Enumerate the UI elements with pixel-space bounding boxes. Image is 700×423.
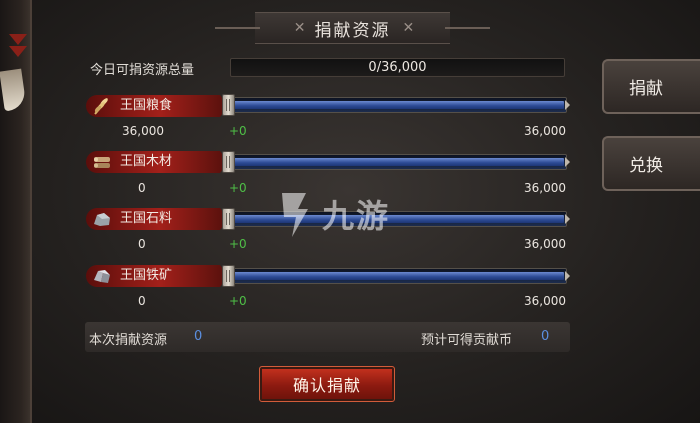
- slider-track: [231, 272, 564, 280]
- iron-slider[interactable]: [222, 265, 570, 287]
- resource-tag-wood: 王国木材: [86, 151, 228, 173]
- resource-amount: 0: [138, 181, 146, 195]
- summary-bar: 本次捐献资源 0 预计可得贡献币 0: [85, 322, 570, 352]
- confirm-label: 确认捐献: [292, 376, 361, 395]
- total-value: 0/36,000: [368, 60, 427, 75]
- slider-thumb[interactable]: [222, 208, 235, 230]
- ornament-icon: ✕: [402, 20, 415, 36]
- slider-end-icon: [565, 100, 570, 110]
- add-amount: +0: [229, 181, 247, 195]
- slider-thumb[interactable]: [222, 151, 235, 173]
- resource-name: 王国木材: [120, 154, 173, 169]
- slider-end-icon: [565, 157, 570, 167]
- resource-name: 王国石料: [120, 211, 173, 226]
- wood-slider[interactable]: [222, 151, 570, 173]
- donate-total-label: 本次捐献资源: [89, 333, 168, 348]
- resource-amount: 0: [138, 294, 146, 308]
- exchange-tab-label: 兑换: [629, 156, 663, 176]
- left-frame-decoration: [0, 0, 32, 423]
- slider-thumb[interactable]: [222, 265, 235, 287]
- slider-thumb[interactable]: [222, 94, 235, 116]
- total-progress-bar: 0/36,000: [230, 58, 565, 77]
- slider-end-icon: [565, 214, 570, 224]
- wheat-icon: [94, 98, 108, 115]
- max-amount: 36,000: [524, 124, 566, 138]
- watermark-text: 九游: [322, 197, 391, 235]
- resource-tag-stone: 王国石料: [86, 208, 228, 230]
- watermark-logo: 九游: [278, 184, 428, 244]
- add-amount: +0: [229, 124, 247, 138]
- resource-amount: 36,000: [122, 124, 164, 138]
- slider-end-icon: [565, 271, 570, 281]
- total-label: 今日可捐资源总量: [90, 63, 195, 78]
- resource-amount: 0: [138, 237, 146, 251]
- max-amount: 36,000: [524, 237, 566, 251]
- resource-name: 王国铁矿: [120, 268, 173, 283]
- chevron-down-icon: [9, 46, 27, 57]
- page-title: 捐献资源: [314, 20, 391, 41]
- resource-name: 王国粮食: [120, 98, 173, 113]
- donate-tab-button[interactable]: 捐献: [602, 59, 700, 114]
- expected-coins-label: 预计可得贡献币: [421, 333, 513, 348]
- donate-total-value: 0: [194, 329, 203, 344]
- iron-ore-icon: [94, 270, 110, 283]
- confirm-donate-button[interactable]: 确认捐献: [259, 366, 395, 402]
- add-amount: +0: [229, 237, 247, 251]
- expected-coins-value: 0: [541, 329, 550, 344]
- resource-tag-iron: 王国铁矿: [86, 265, 228, 287]
- title-banner: ✕ 捐献资源 ✕: [215, 12, 490, 44]
- ornament-icon: ✕: [293, 20, 306, 36]
- resource-tag-grain: 王国粮食: [86, 95, 228, 117]
- exchange-tab-button[interactable]: 兑换: [602, 136, 700, 191]
- slider-track: [231, 101, 564, 109]
- stone-icon: [94, 213, 110, 226]
- horn-ornament: [0, 68, 27, 112]
- max-amount: 36,000: [524, 294, 566, 308]
- add-amount: +0: [229, 294, 247, 308]
- wood-icon: [94, 157, 110, 168]
- max-amount: 36,000: [524, 181, 566, 195]
- chevron-down-icon: [9, 34, 27, 45]
- donate-tab-label: 捐献: [629, 79, 663, 99]
- jiuyou-logo-icon: [282, 193, 308, 237]
- slider-track: [231, 158, 564, 166]
- grain-slider[interactable]: [222, 94, 570, 116]
